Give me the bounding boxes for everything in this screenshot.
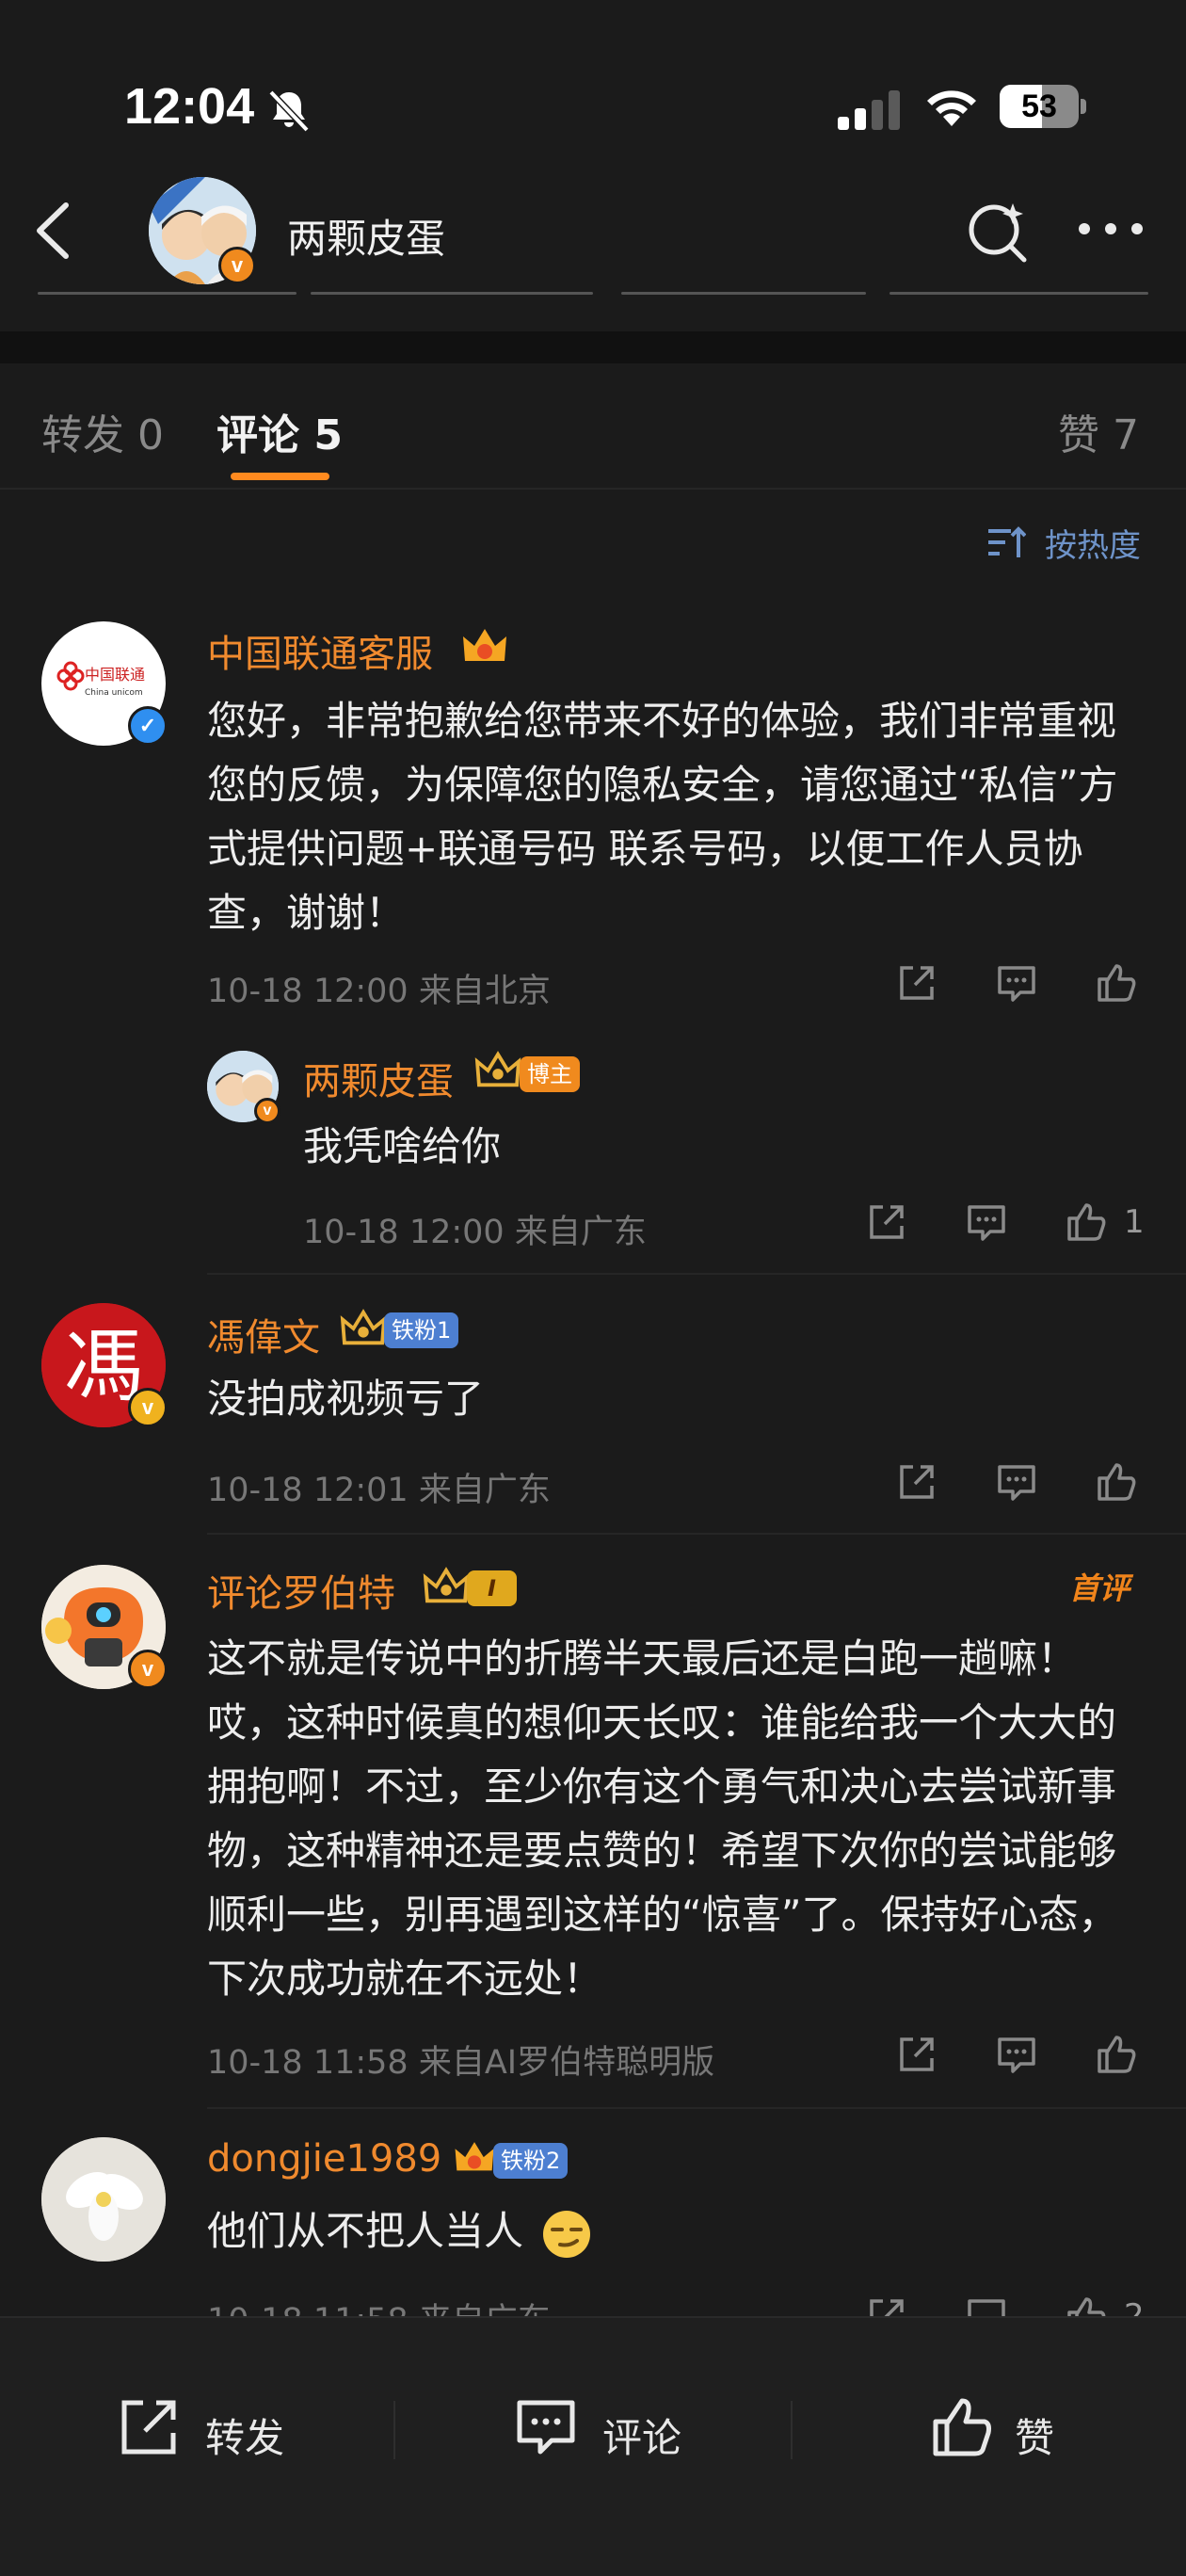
comment-actions: 2 [864,2294,1156,2316]
comment-text-content: 他们从不把人当人 [207,2208,524,2254]
bell-muted-icon [268,89,310,133]
search-icon[interactable] [964,198,1032,266]
like-button[interactable]: 赞 [928,2393,1079,2469]
reply-username[interactable]: 两颗皮蛋 [303,1051,454,1105]
status-bar: 12:04 53 [0,0,1186,169]
comment-item: 馮 v 馮偉文 铁粉1 没拍成视频亏了 10-18 12:01 来自广东 [0,1280,1186,1535]
like-count: 2 [1124,2297,1145,2316]
comment-text: 这不就是传说中的折腾半天最后还是白跑一趟嘛！哎，这种时候真的想仰天长叹：谁能给我… [207,1635,1118,2002]
reply-icon[interactable] [994,960,1039,1006]
more-options-icon[interactable] [1073,215,1148,243]
comment-item: 中国联通 China unicom ✓ 中国联通客服 您好，非常抱歉给您带来不好… [0,603,1186,1280]
reply-icon[interactable] [964,2294,1009,2316]
like-icon[interactable] [1094,1459,1139,1505]
media-strip [0,292,1186,299]
reply-icon[interactable] [964,1199,1009,1245]
comment-item: dongjie1989 铁粉2 他们从不把人当人 10-18 11:58 来自广… [0,2109,1186,2316]
tab-like[interactable]: 赞 7 [1058,401,1139,461]
comment-actions [894,1459,1139,1506]
crown-icon [455,2142,494,2171]
share-icon[interactable] [894,960,939,1006]
reply-icon[interactable] [994,2032,1039,2077]
nav-bar: v 两颗皮蛋 [0,169,1186,292]
cellular-signal-icon [838,90,900,130]
status-time: 12:04 [124,78,255,135]
comment-text: 他们从不把人当人 [207,2199,772,2263]
comment-username[interactable]: 馮偉文 [207,1307,320,1361]
reply-icon[interactable] [994,1459,1039,1505]
sort-by-heat[interactable]: 按热度 [1045,520,1141,566]
comment-meta: 10-18 11:58 来自广东 [207,2294,551,2316]
like-icon[interactable] [1064,2294,1109,2316]
like-icon [933,2398,991,2456]
fan-badge: 铁粉2 [493,2143,569,2179]
unicom-logo-text: 中国联通 [85,666,145,684]
unicom-logo-subtext: China unicom [85,688,143,698]
tab-active-indicator [231,473,329,480]
repost-button[interactable]: 转发 [115,2393,303,2469]
bottom-divider [791,2401,793,2459]
share-icon[interactable] [864,2294,909,2316]
like-icon[interactable] [1094,2032,1139,2077]
comment-divider [207,1273,1186,1275]
nav-title: 两颗皮蛋 [287,216,446,262]
like-icon[interactable] [1064,1199,1109,1245]
member-crown-icon [340,1309,387,1345]
like-count: 1 [1124,1203,1145,1241]
comment-tabs: 转发 0 评论 5 赞 7 [0,363,1186,490]
battery-indicator: 53 [1000,85,1086,128]
comment-username[interactable]: 中国联通客服 [207,623,433,678]
comment-text: 您好，非常抱歉给您带来不好的体验，我们非常重视您的反馈，为保障您的隐私安全，请您… [207,698,1118,936]
author-badge: 博主 [520,1056,580,1092]
like-icon[interactable] [1094,960,1139,1006]
verified-badge-icon: ✓ [128,706,168,746]
repost-icon [121,2400,176,2455]
tab-repost[interactable]: 转发 0 [41,401,164,461]
reply-actions: 1 [864,1199,1156,1247]
share-icon[interactable] [894,2032,939,2077]
bottom-divider [393,2401,395,2459]
comment-icon [517,2400,575,2455]
comment-meta: 10-18 12:01 来自广东 [207,1472,551,1509]
share-icon[interactable] [864,1199,909,1245]
verified-badge-icon: v [254,1098,280,1124]
back-arrow-icon[interactable] [32,200,73,262]
first-comment-tag: 首评 [1068,1570,1130,1606]
comment-button[interactable]: 评论 [512,2393,700,2469]
verified-badge-icon: v [218,247,256,284]
comment-username[interactable]: 评论罗伯特 [207,1563,395,1618]
comment-actions [894,2032,1139,2079]
comment-username[interactable]: dongjie1989 [207,2137,441,2181]
comment-item: v 评论罗伯特 I 首评 这不就是传说中的折腾半天最后还是白跑一趟嘛！哎，这种时… [0,1535,1186,2109]
comment-text: 没拍成视频亏了 [207,1376,485,1422]
member-crown-icon [423,1567,470,1603]
level-badge: I [467,1570,517,1606]
comment-meta: 10-18 11:58 来自AI罗伯特聪明版 [207,2044,715,2082]
repost-label: 转发 [205,2415,285,2461]
wifi-icon [927,90,976,126]
reply-meta: 10-18 12:00 来自广东 [303,1214,647,1251]
battery-level: 53 [1021,89,1057,124]
verified-badge-icon: v [128,1388,168,1427]
fan-badge: 铁粉1 [384,1312,459,1348]
reply-text: 我凭啥给你 [303,1123,502,1169]
comment-meta: 10-18 12:00 来自北京 [207,973,551,1010]
sort-icon[interactable] [986,525,1026,559]
comment-actions [894,960,1139,1007]
member-crown-icon [474,1051,521,1087]
verified-badge-icon: v [128,1650,168,1689]
tab-comment[interactable]: 评论 5 [216,401,343,461]
smirk-emoji-icon [541,2209,592,2260]
section-separator [0,331,1186,363]
share-icon[interactable] [894,1459,939,1505]
comment-avatar[interactable] [41,2137,166,2262]
crown-icon [463,629,506,661]
like-label: 赞 [1015,2415,1055,2461]
bottom-action-bar: 转发 评论 赞 [0,2316,1186,2576]
comment-label: 评论 [602,2415,682,2461]
